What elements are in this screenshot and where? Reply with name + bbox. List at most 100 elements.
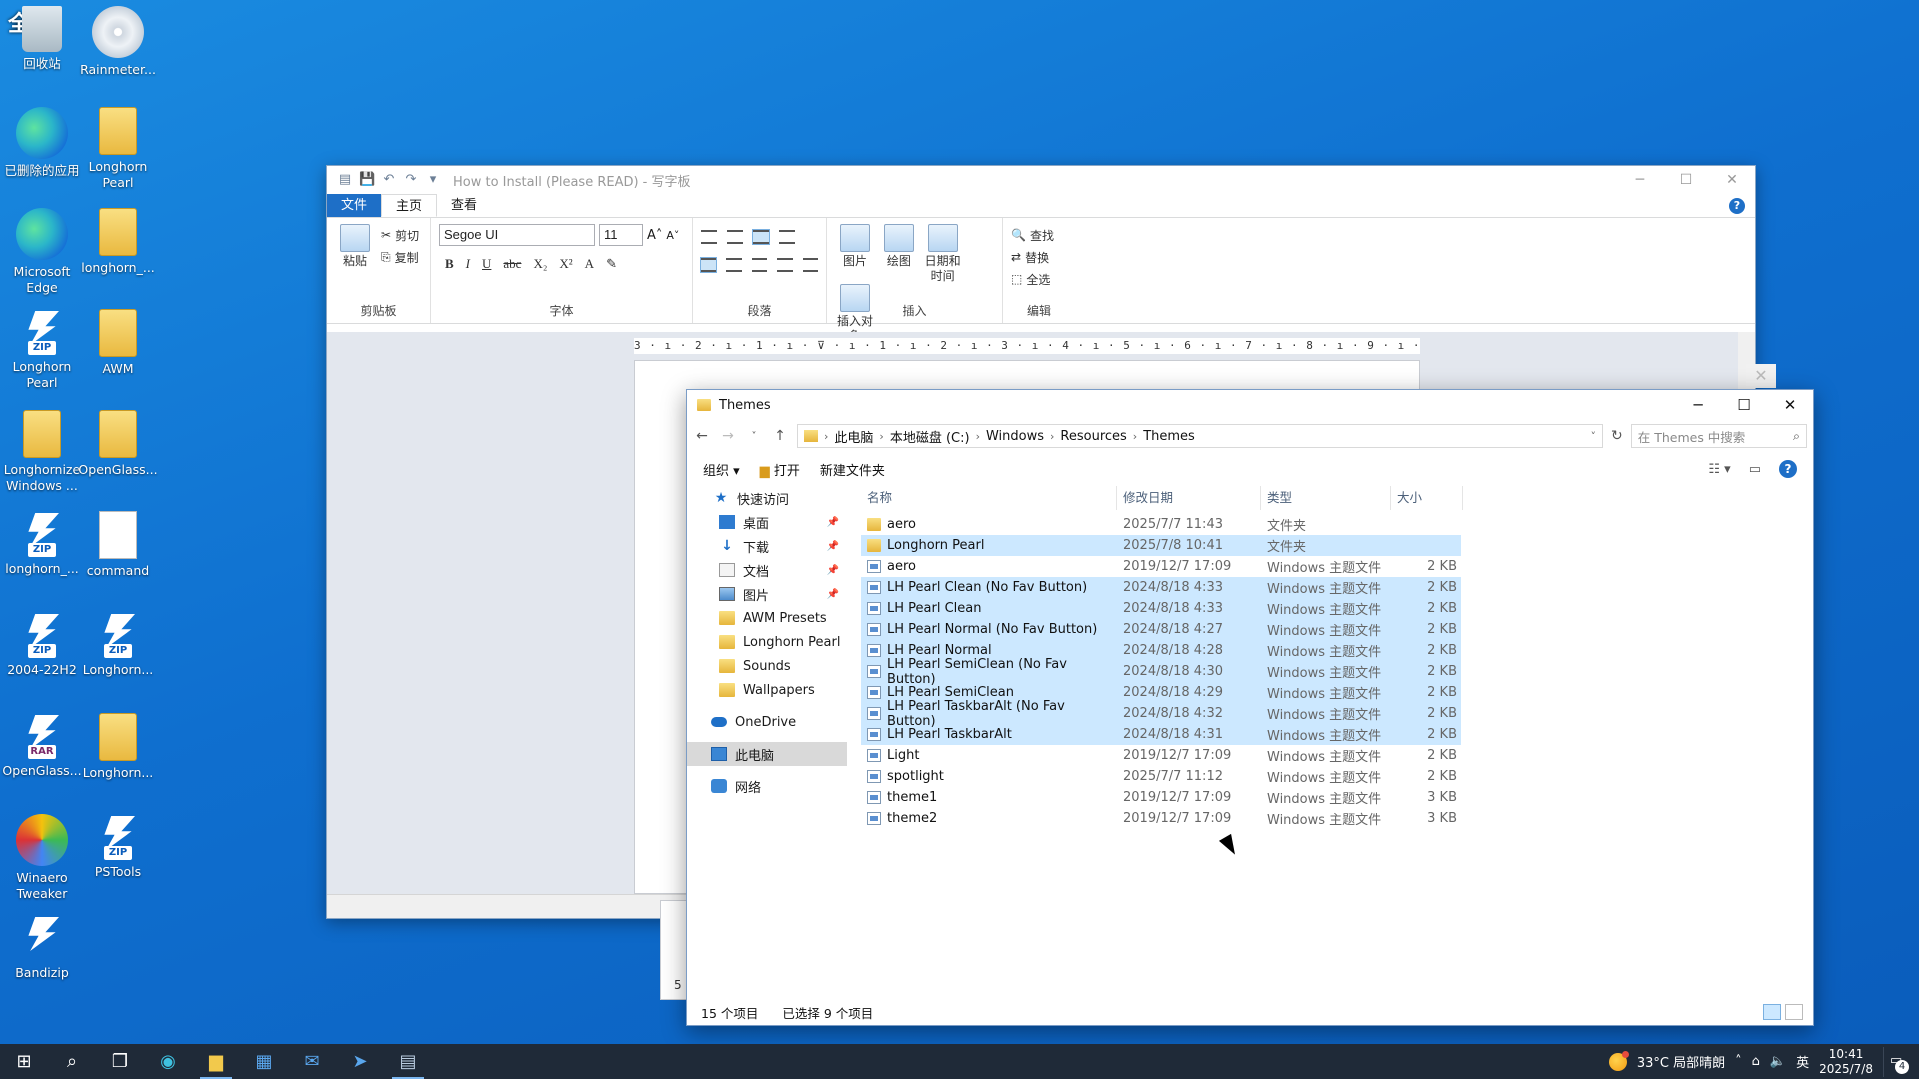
nav-awm-presets[interactable]: AWM Presets — [687, 606, 847, 630]
file-row[interactable]: aero 2019/12/7 17:09 Windows 主题文件 2 KB — [861, 556, 1461, 577]
show-hidden-icons-icon[interactable]: ˄ — [1735, 1054, 1742, 1069]
nav-downloads[interactable]: ↓ 下载 📌 — [687, 534, 847, 558]
font-family-select[interactable]: Segoe UI — [439, 224, 595, 246]
close-button[interactable]: ✕ — [1709, 172, 1755, 188]
large-icons-view-icon[interactable] — [1785, 1004, 1803, 1020]
desktop-icon-item[interactable]: Longhorn Pearl — [76, 107, 160, 191]
tab-view[interactable]: 查看 — [437, 194, 491, 217]
file-row[interactable]: LH Pearl Clean 2024/8/18 4:33 Windows 主题文件… — [861, 598, 1461, 619]
underline-button[interactable]: U — [482, 256, 491, 272]
open-button[interactable]: ▆ 打开 — [760, 460, 800, 479]
customize-quick-access-icon[interactable]: ▾ — [425, 172, 441, 188]
help-icon[interactable]: ? — [1729, 198, 1745, 214]
forward-arrow-icon[interactable]: → — [719, 428, 737, 444]
maximize-button[interactable]: ☐ — [1721, 390, 1767, 420]
desktop-icon-item[interactable]: Rainmeter... — [76, 6, 160, 78]
breadcrumb-segment[interactable]: Resources — [1060, 429, 1126, 444]
file-row[interactable]: aero 2025/7/7 11:43 文件夹 — [861, 514, 1461, 535]
breadcrumb-segment[interactable]: 本地磁盘 (C:) — [890, 427, 970, 446]
weather-icon[interactable] — [1608, 1050, 1629, 1071]
help-icon[interactable]: ? — [1779, 460, 1797, 478]
preview-pane-icon[interactable]: ▭ — [1749, 462, 1761, 477]
column-size[interactable]: 大小 — [1391, 486, 1463, 510]
address-dropdown-icon[interactable]: ˅ — [1591, 430, 1597, 443]
nav-this-pc[interactable]: 此电脑 — [687, 742, 847, 766]
new-folder-button[interactable]: 新建文件夹 — [820, 460, 885, 479]
desktop-icon-item[interactable]: Winaero Tweaker — [0, 814, 84, 902]
column-type[interactable]: 类型 — [1261, 486, 1391, 510]
address-bar[interactable]: › 此电脑 › 本地磁盘 (C:) › Windows › Resources › Themes ˅ — [797, 424, 1603, 448]
redo-icon[interactable]: ↷ — [403, 172, 419, 188]
nav-wallpapers[interactable]: Wallpapers — [687, 678, 847, 702]
italic-button[interactable]: I — [466, 256, 470, 272]
nav-documents[interactable]: 文档 📌 — [687, 558, 847, 582]
back-arrow-icon[interactable]: ← — [693, 428, 711, 444]
highlight-button[interactable]: ✎ — [606, 256, 617, 272]
desktop-icon-item[interactable]: ZIP Longhorn Pearl — [0, 309, 84, 391]
desktop-icon-item[interactable]: Longhornize Windows ... — [0, 410, 84, 494]
file-row[interactable]: spotlight 2025/7/7 11:12 Windows 主题文件 2 KB — [861, 766, 1461, 787]
desktop-icon-item[interactable]: longhorn_... — [76, 208, 160, 276]
datetime-button[interactable]: 日期和时间 — [923, 224, 963, 284]
clock[interactable]: 10:41 2025/7/8 — [1819, 1047, 1873, 1077]
strikethrough-button[interactable]: abc — [503, 256, 521, 272]
column-modified[interactable]: 修改日期 — [1117, 486, 1261, 510]
desktop-icon-item[interactable]: ZIP 2004-22H2 — [0, 612, 84, 678]
breadcrumb-separator-icon[interactable]: › — [879, 430, 883, 443]
volume-icon[interactable]: 🔈 — [1770, 1054, 1786, 1069]
search-icon[interactable]: ⌕ — [1793, 428, 1800, 444]
column-name[interactable]: 名称 — [861, 486, 1117, 510]
search-input[interactable]: 在 Themes 中搜索 — [1638, 427, 1746, 446]
shrink-font-icon[interactable]: A˅ — [666, 229, 679, 242]
search-button[interactable]: ⌕ — [48, 1044, 96, 1079]
file-row[interactable]: Light 2019/12/7 17:09 Windows 主题文件 2 KB — [861, 745, 1461, 766]
decrease-indent-icon[interactable] — [701, 230, 717, 244]
desktop-icon-item[interactable]: ZIP longhorn_... — [0, 511, 84, 577]
explorer-window[interactable]: Themes ─ ☐ ✕ ← → ˅ ↑ › 此电脑 › 本地磁盘 (C:) › Wind… — [686, 389, 1814, 1026]
nav-longhorn-pearl[interactable]: Longhorn Pearl — [687, 630, 847, 654]
desktop-icon-item[interactable]: 回收站 — [0, 6, 84, 72]
taskbar-edge[interactable]: ◉ — [144, 1044, 192, 1079]
align-center-icon[interactable] — [726, 258, 742, 272]
file-row[interactable]: LH Pearl Clean (No Fav Button) 2024/8/18 … — [861, 577, 1461, 598]
desktop-icon-item[interactable]: ZIP PSTools — [76, 814, 160, 880]
up-arrow-icon[interactable]: ↑ — [771, 428, 789, 444]
superscript-button[interactable]: X² — [559, 256, 572, 272]
select-all-button[interactable]: ⬚ 全选 — [1011, 268, 1067, 290]
file-row[interactable]: theme1 2019/12/7 17:09 Windows 主题文件 3 KB — [861, 787, 1461, 808]
taskbar-bandizip[interactable]: ➤ — [336, 1044, 384, 1079]
desktop-icon-item[interactable]: command — [76, 511, 160, 579]
minimize-button[interactable]: ─ — [1617, 172, 1663, 188]
nav-desktop[interactable]: 桌面 📌 — [687, 510, 847, 534]
input-method[interactable]: 英 — [1796, 1052, 1809, 1071]
taskbar-file-explorer[interactable]: ▆ — [192, 1044, 240, 1079]
nav-network[interactable]: 网络 — [687, 774, 847, 798]
copy-button[interactable]: ⎘ 复制 — [381, 246, 419, 268]
desktop-icon-item[interactable]: AWM — [76, 309, 160, 377]
file-row[interactable]: theme2 2019/12/7 17:09 Windows 主题文件 3 KB — [861, 808, 1461, 829]
breadcrumb-separator-icon[interactable]: › — [1050, 430, 1054, 443]
refresh-icon[interactable]: ↻ — [1611, 428, 1623, 444]
file-row[interactable]: LH Pearl TaskbarAlt 2024/8/18 4:31 Windows… — [861, 724, 1461, 745]
explorer-title-bar[interactable]: Themes ─ ☐ ✕ — [687, 390, 1813, 420]
desktop-icon-item[interactable]: OpenGlass... — [76, 410, 160, 478]
taskbar-mail[interactable]: ✉ — [288, 1044, 336, 1079]
list-icon[interactable] — [752, 229, 770, 245]
close-button[interactable]: ✕ — [1767, 390, 1813, 420]
ruler[interactable]: 3 · ı · 2 · ı · 1 · ı · ⊽ · ı · 1 · ı · … — [634, 338, 1420, 354]
file-row[interactable]: LH Pearl TaskbarAlt (No Fav Button) 2024/… — [861, 699, 1461, 729]
paste-button[interactable]: 粘贴 — [335, 224, 375, 269]
bold-button[interactable]: B — [445, 256, 454, 272]
align-right-icon[interactable] — [751, 258, 768, 272]
nav-sounds[interactable]: Sounds — [687, 654, 847, 678]
breadcrumb-segment[interactable]: Windows — [986, 429, 1044, 444]
desktop-icon-item[interactable]: 已删除的应用 — [0, 107, 84, 179]
file-row[interactable]: LH Pearl SemiClean (No Fav Button) 2024/8… — [861, 657, 1461, 687]
task-view-button[interactable]: ❐ — [96, 1044, 144, 1079]
wordpad-title-bar[interactable]: ▤ 💾 ↶ ↷ ▾ How to Install (Please READ) -… — [327, 166, 1755, 194]
desktop-icon-item[interactable]: RAR OpenGlass... — [0, 713, 84, 779]
find-button[interactable]: 🔍 查找 — [1011, 224, 1067, 246]
insert-picture-button[interactable]: 图片 — [835, 224, 875, 269]
breadcrumb-segment[interactable]: Themes — [1143, 429, 1195, 444]
desktop-icon-item[interactable]: Bandizip — [0, 915, 84, 981]
